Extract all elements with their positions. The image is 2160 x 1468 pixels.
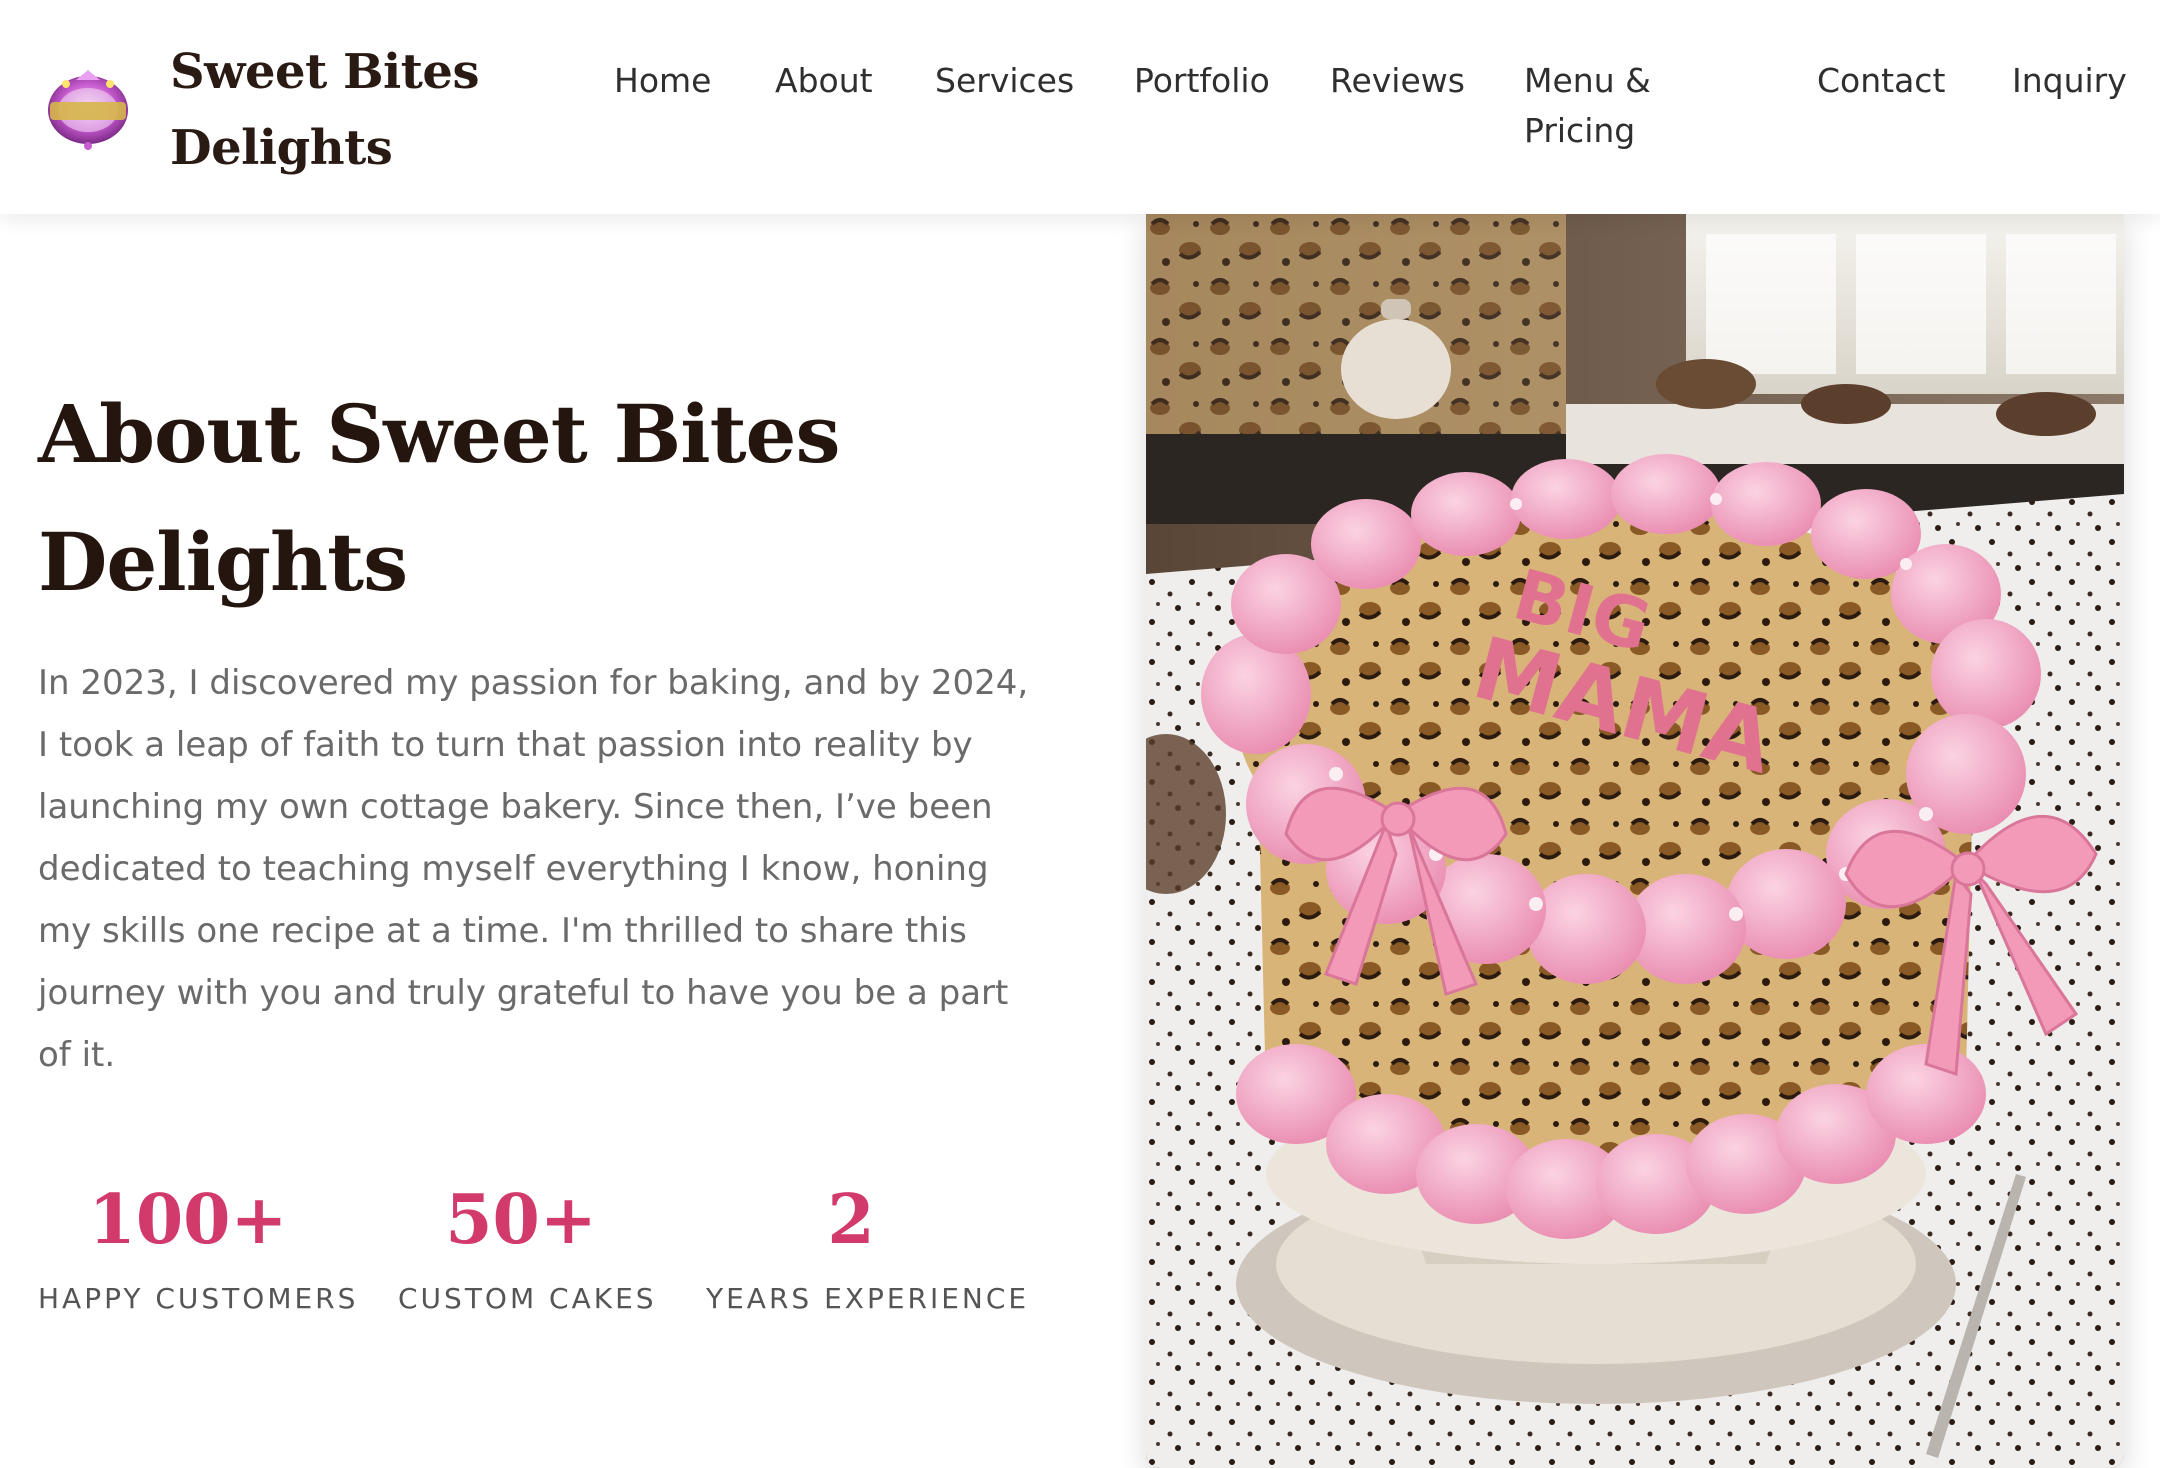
stat-label: YEARS EXPERIENCE <box>706 1282 1030 1315</box>
logo-badge-icon <box>48 70 128 150</box>
cake-photo: BIG MAMA <box>1146 214 2124 1468</box>
brand-logo[interactable] <box>36 66 140 154</box>
stat-label: HAPPY CUSTOMERS <box>38 1282 359 1315</box>
nav-home[interactable]: Home <box>614 56 711 106</box>
stat-value: 50+ <box>445 1180 597 1260</box>
nav-contact[interactable]: Contact <box>1817 56 1945 106</box>
stat-value: 100+ <box>88 1180 288 1260</box>
stat-value: 2 <box>827 1180 875 1260</box>
stat-label: CUSTOM CAKES <box>398 1282 657 1315</box>
nav-about[interactable]: About <box>775 56 873 106</box>
nav-portfolio[interactable]: Portfolio <box>1134 56 1270 106</box>
nav-menu-pricing[interactable]: Menu & Pricing <box>1524 56 1684 156</box>
brand-name[interactable]: Sweet Bites Delights <box>170 34 500 186</box>
site-header: Sweet Bites Delights Home About Services… <box>0 0 2160 214</box>
nav-services[interactable]: Services <box>935 56 1074 106</box>
about-heading: About Sweet Bites Delights <box>38 387 840 609</box>
stat-custom-cakes: 50+ CUSTOM CAKES <box>398 1170 657 1315</box>
about-description: In 2023, I discovered my passion for bak… <box>38 663 1029 1075</box>
nav-reviews[interactable]: Reviews <box>1330 56 1465 106</box>
stat-years-experience: 2 YEARS EXPERIENCE <box>706 1170 1030 1315</box>
stat-happy-customers: 100+ HAPPY CUSTOMERS <box>38 1170 359 1315</box>
nav-inquiry[interactable]: Inquiry <box>2012 56 2127 106</box>
